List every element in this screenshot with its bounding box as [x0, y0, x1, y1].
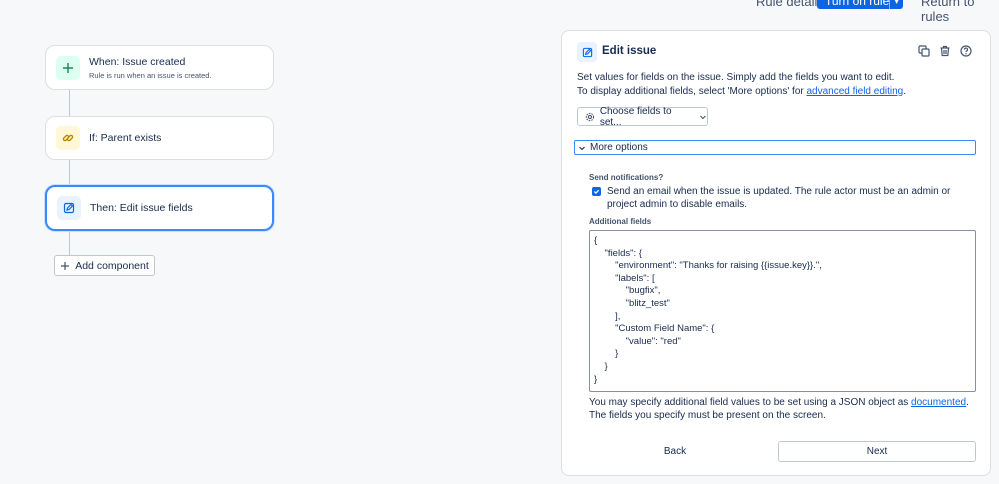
send-email-text: Send an email when the issue is updated.… [607, 186, 951, 210]
back-button[interactable]: Back [577, 442, 773, 461]
condition-title: If: Parent exists [89, 132, 162, 144]
chevron-down-icon[interactable]: ▾ [889, 0, 903, 9]
trigger-title: When: Issue created [89, 55, 186, 68]
advanced-field-editing-link[interactable]: advanced field editing [807, 86, 904, 97]
desc-line-2-suffix: . [903, 85, 907, 97]
edit-icon [57, 196, 81, 220]
send-notifications-label: Send notifications? [589, 173, 664, 182]
additional-fields-label: Additional fields [589, 217, 652, 226]
help-text-prefix: You may specify additional field values … [589, 397, 912, 408]
condition-card[interactable]: If: Parent exists [45, 116, 274, 160]
flow-connector [69, 90, 70, 116]
help-icon[interactable] [960, 45, 972, 57]
turn-on-rule-button[interactable]: Turn on rule ▾ [817, 0, 903, 9]
send-email-checkbox[interactable] [592, 187, 601, 196]
edit-issue-panel: Edit issue Set values for fields on the … [561, 30, 991, 476]
plus-icon [56, 55, 80, 80]
chevron-down-icon [700, 115, 706, 119]
action-title: Then: Edit issue fields [90, 202, 193, 214]
panel-title: Edit issue [602, 45, 657, 57]
desc-line-2: To display additional fields, select 'Mo… [577, 85, 807, 97]
more-options-toggle[interactable]: More options [574, 140, 976, 155]
documented-link[interactable]: documented [911, 397, 966, 408]
duplicate-icon[interactable] [918, 45, 930, 57]
chevron-down-icon [579, 146, 585, 150]
flow-connector [69, 160, 70, 186]
additional-fields-textarea[interactable]: { "fields": { "environment": "Thanks for… [589, 230, 976, 392]
flow-connector [69, 230, 70, 255]
panel-actions [918, 45, 972, 57]
plus-icon [61, 261, 70, 270]
panel-description: Set values for fields on the issue. Simp… [577, 71, 982, 98]
add-component-label: Add component [75, 259, 149, 272]
turn-on-rule-label: Turn on rule [825, 0, 890, 8]
action-card[interactable]: Then: Edit issue fields [45, 185, 274, 231]
edit-icon [577, 42, 597, 62]
trigger-card[interactable]: When: Issue created Rule is run when an … [45, 45, 274, 90]
next-button[interactable]: Next [778, 441, 976, 462]
more-options-label: More options [590, 142, 648, 153]
trash-icon[interactable] [939, 45, 951, 57]
choose-fields-dropdown[interactable]: Choose fields to set... [577, 105, 708, 128]
desc-line-1: Set values for fields on the issue. Simp… [577, 72, 895, 83]
add-component-button[interactable]: Add component [54, 255, 155, 276]
return-to-rules-link[interactable]: Return to rules [921, 0, 999, 24]
rule-details-link[interactable]: Rule details [756, 0, 824, 9]
gear-icon [585, 112, 595, 121]
choose-fields-label: Choose fields to set... [599, 105, 672, 128]
link-icon [56, 126, 80, 150]
trigger-subtitle: Rule is run when an issue is created. [89, 70, 212, 80]
help-text: You may specify additional field values … [589, 396, 974, 422]
